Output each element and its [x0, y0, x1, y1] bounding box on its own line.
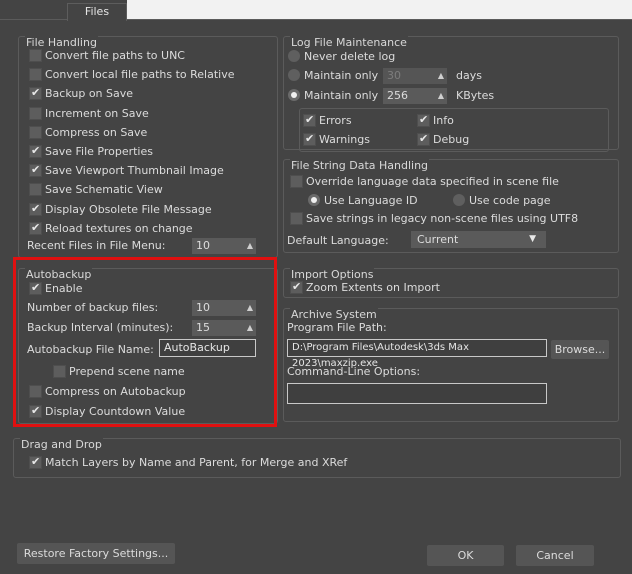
save-strings-utf8-checkbox[interactable]	[290, 212, 303, 225]
match-layers-checkbox[interactable]	[29, 455, 42, 469]
never-delete-radio[interactable]	[288, 50, 300, 62]
file-handling-label: Reload textures on change	[45, 222, 193, 235]
file-handling-label: Backup on Save	[45, 87, 134, 100]
restore-factory-button[interactable]: Restore Factory Settings...	[17, 543, 175, 564]
info-checkbox[interactable]	[417, 113, 430, 127]
kbytes-unit-label: KBytes	[456, 89, 495, 102]
match-layers-label: Match Layers by Name and Parent, for Mer…	[45, 456, 348, 469]
string-data-title: File String Data Handling	[290, 159, 430, 172]
zoom-extents-checkbox[interactable]	[290, 280, 303, 294]
use-language-id-label: Use Language ID	[324, 194, 418, 207]
log-file-title: Log File Maintenance	[290, 36, 408, 49]
days-unit-label: days	[456, 69, 482, 82]
never-delete-label: Never delete log	[304, 50, 396, 63]
drag-drop-title: Drag and Drop	[20, 438, 103, 451]
override-language-checkbox[interactable]	[290, 175, 303, 188]
file-handling-checkbox[interactable]	[29, 221, 42, 235]
errors-label: Errors	[319, 114, 352, 127]
use-language-id-radio[interactable]	[308, 194, 320, 206]
file-handling-label: Convert local file paths to Relative	[45, 68, 235, 81]
spinner-arrows-icon[interactable]: ▲	[438, 88, 444, 104]
browse-button[interactable]: Browse...	[551, 340, 609, 359]
file-handling-checkbox[interactable]	[29, 183, 42, 196]
file-handling-checkbox[interactable]	[29, 202, 42, 216]
default-language-value: Current	[417, 233, 459, 246]
ok-button[interactable]: OK	[427, 545, 504, 566]
recent-files-value: 10	[196, 239, 210, 252]
maintain-days-spinner[interactable]: 30 ▲	[383, 68, 447, 84]
cmdline-input[interactable]	[287, 383, 547, 404]
default-language-dropdown[interactable]: Current ▼	[411, 231, 546, 248]
maintain-kbytes-radio[interactable]	[288, 89, 300, 101]
save-strings-utf8-label: Save strings in legacy non-scene files u…	[306, 212, 579, 225]
program-path-input[interactable]: D:\Program Files\Autodesk\3ds Max 2023\m…	[287, 339, 547, 369]
file-handling-label: Convert file paths to UNC	[45, 49, 185, 62]
info-label: Info	[433, 114, 454, 127]
file-handling-checkbox[interactable]	[29, 107, 42, 120]
cancel-button[interactable]: Cancel	[516, 545, 594, 566]
file-handling-checkbox[interactable]	[29, 144, 42, 158]
spinner-arrows-icon[interactable]: ▲	[247, 238, 253, 254]
warnings-checkbox[interactable]	[303, 132, 316, 146]
file-handling-label: Save Schematic View	[45, 183, 163, 196]
spinner-arrows-icon[interactable]: ▲	[438, 68, 444, 84]
override-language-label: Override language data specified in scen…	[306, 175, 559, 188]
debug-checkbox[interactable]	[417, 132, 430, 146]
maintain-days-radio[interactable]	[288, 69, 300, 81]
maintain-days-label: Maintain only	[304, 69, 379, 82]
cmdline-label: Command-Line Options:	[287, 365, 421, 378]
file-handling-label: Save Viewport Thumbnail Image	[45, 164, 224, 177]
warnings-label: Warnings	[319, 133, 370, 146]
recent-files-spinner[interactable]: 10 ▲	[192, 238, 256, 254]
autobackup-highlight-box	[13, 257, 277, 427]
program-path-label: Program File Path:	[287, 321, 387, 334]
file-handling-title: File Handling	[25, 36, 98, 49]
file-handling-checkbox[interactable]	[29, 163, 42, 177]
file-handling-label: Increment on Save	[45, 107, 149, 120]
default-language-label: Default Language:	[287, 234, 389, 247]
maintain-kbytes-value: 256	[387, 89, 408, 102]
tab-files[interactable]: Files	[67, 3, 127, 21]
file-handling-checkbox[interactable]	[29, 68, 42, 81]
tab-strip-empty-area	[127, 0, 632, 19]
errors-checkbox[interactable]	[303, 113, 316, 127]
chevron-down-icon: ▼	[529, 234, 536, 244]
file-handling-checkbox[interactable]	[29, 126, 42, 139]
debug-label: Debug	[433, 133, 470, 146]
recent-files-label: Recent Files in File Menu:	[27, 239, 166, 252]
file-handling-label: Display Obsolete File Message	[45, 203, 212, 216]
file-handling-label: Save File Properties	[45, 145, 153, 158]
maintain-kbytes-spinner[interactable]: 256 ▲	[383, 88, 447, 104]
file-handling-checkbox[interactable]	[29, 86, 42, 100]
zoom-extents-label: Zoom Extents on Import	[306, 281, 440, 294]
use-codepage-radio[interactable]	[453, 194, 465, 206]
maintain-days-value: 30	[387, 69, 401, 82]
file-handling-label: Compress on Save	[45, 126, 148, 139]
import-options-title: Import Options	[290, 268, 375, 281]
file-handling-checkbox[interactable]	[29, 49, 42, 62]
maintain-kbytes-label: Maintain only	[304, 89, 379, 102]
use-codepage-label: Use code page	[469, 194, 551, 207]
archive-system-title: Archive System	[290, 308, 378, 321]
